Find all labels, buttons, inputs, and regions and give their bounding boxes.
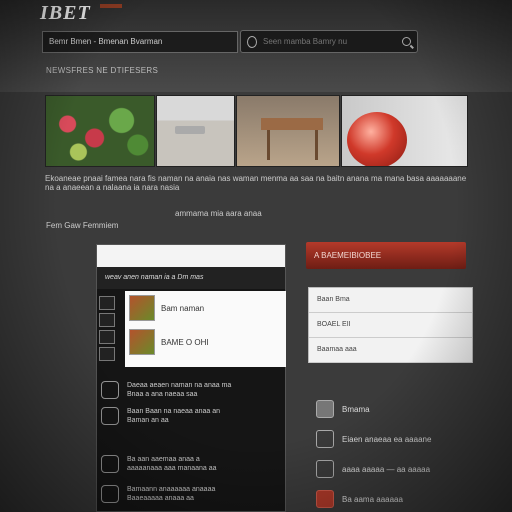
apple-shape: [347, 112, 407, 166]
search-input[interactable]: [263, 37, 396, 46]
panel-header: [97, 245, 285, 267]
side-icon-column: [99, 293, 121, 364]
search-icon[interactable]: [402, 37, 411, 46]
list-item-label: BAME O OHI: [161, 337, 209, 347]
document-icon: [101, 455, 119, 473]
gear-icon: [101, 407, 119, 425]
link-item[interactable]: aaaa aaaaa — aa aaaaa: [316, 454, 496, 484]
intro-text: Ekoaneae pnaai famea nara fis naman na a…: [45, 174, 467, 192]
site-logo[interactable]: IBET: [40, 2, 91, 25]
clock-icon: [101, 381, 119, 399]
photo-vegetables[interactable]: [45, 95, 155, 167]
side-icon[interactable]: [99, 313, 115, 327]
feature-item[interactable]: Ba aan aaemaa anaa a aaaaanaaa aaa manaan…: [101, 451, 285, 477]
feature-title: Daeaa aeaen naman na anaa ma: [127, 382, 232, 389]
side-icon[interactable]: [99, 347, 115, 361]
circle-icon: [247, 35, 257, 48]
feature-title: Baan Baan na naeaa anaa an: [127, 408, 221, 415]
thumbnail-image: [129, 329, 155, 355]
table-leg: [315, 130, 318, 160]
breadcrumb[interactable]: NEWSFRES NE DTIFESERS: [46, 66, 158, 75]
login-box: Baan Bma BOAEL EII Baamaa aaa: [308, 287, 473, 363]
feature-text: aaaaanaaa aaa manaana aa: [127, 465, 217, 472]
panel-item-list: Bam naman BAME O OHI: [125, 291, 286, 367]
feature-item[interactable]: Daeaa aeaen naman na anaa ma Bnaa a ana n…: [101, 377, 285, 403]
photo-apple[interactable]: [341, 95, 468, 167]
cta-button[interactable]: A BAEMEIBIOBEE: [306, 242, 466, 269]
link-item[interactable]: Bmama: [316, 394, 496, 424]
quick-links: Bmama Eiaen anaeaa ea aaaane aaaa aaaaa …: [316, 394, 496, 512]
link-item[interactable]: Eiaen anaeaa ea aaaane: [316, 424, 496, 454]
search-bar[interactable]: [240, 30, 418, 53]
content-panel: weav anen naman ia a Dm mas Bam naman BA…: [96, 244, 286, 512]
link-label: Eiaen anaeaa ea aaaane: [342, 434, 432, 444]
side-icon[interactable]: [99, 296, 115, 310]
sink-shape: [175, 126, 205, 134]
list-item[interactable]: Bam naman: [125, 291, 286, 325]
feature-item[interactable]: Baan Baan na naeaa anaa an Baman an aa: [101, 403, 285, 429]
feature-text: Bnaa a ana naeaa saa: [127, 391, 198, 398]
app-icon: [316, 400, 334, 418]
leaf-icon: [101, 485, 119, 503]
photo-kitchen[interactable]: [156, 95, 235, 167]
link-label: Bmama: [342, 404, 370, 414]
circle-icon: [316, 460, 334, 478]
link-item[interactable]: Ba aama aaaaaa: [316, 484, 496, 512]
list-item[interactable]: BAME O OHI: [125, 325, 286, 359]
feature-item[interactable]: Bamaann anaaaaaa anaaaa Baaeaaaaa anaaa a…: [101, 481, 285, 507]
photo-table[interactable]: [236, 95, 340, 167]
photo-strip: [45, 95, 468, 167]
link-label: aaaa aaaaa — aa aaaaa: [342, 464, 431, 474]
table-top: [261, 118, 323, 130]
bookmark-icon: [316, 490, 334, 508]
feature-text: Baman an aa: [127, 417, 169, 424]
section-label: Fem Gaw Femmiem: [46, 221, 119, 230]
subtitle: ammama mia aara anaa: [175, 209, 262, 218]
table-leg: [267, 130, 270, 160]
feature-text: Baaeaaaaa anaaa aa: [127, 495, 194, 502]
side-icon[interactable]: [99, 330, 115, 344]
feature-title: Bamaann anaaaaaa anaaaa: [127, 486, 216, 493]
login-row[interactable]: Baamaa aaa: [309, 338, 472, 363]
panel-title: weav anen naman ia a Dm mas: [97, 267, 285, 289]
login-row[interactable]: Baan Bma: [309, 288, 472, 313]
feature-title: Ba aan aaemaa anaa a: [127, 456, 200, 463]
link-label: Ba aama aaaaaa: [342, 494, 403, 504]
login-row[interactable]: BOAEL EII: [309, 313, 472, 338]
list-item-label: Bam naman: [161, 303, 205, 313]
nav-menu[interactable]: Bemr Bmen - Bmenan Bvarman: [42, 31, 238, 53]
thumbnail-image: [129, 295, 155, 321]
document-icon: [316, 430, 334, 448]
logo-accent: [100, 4, 122, 8]
